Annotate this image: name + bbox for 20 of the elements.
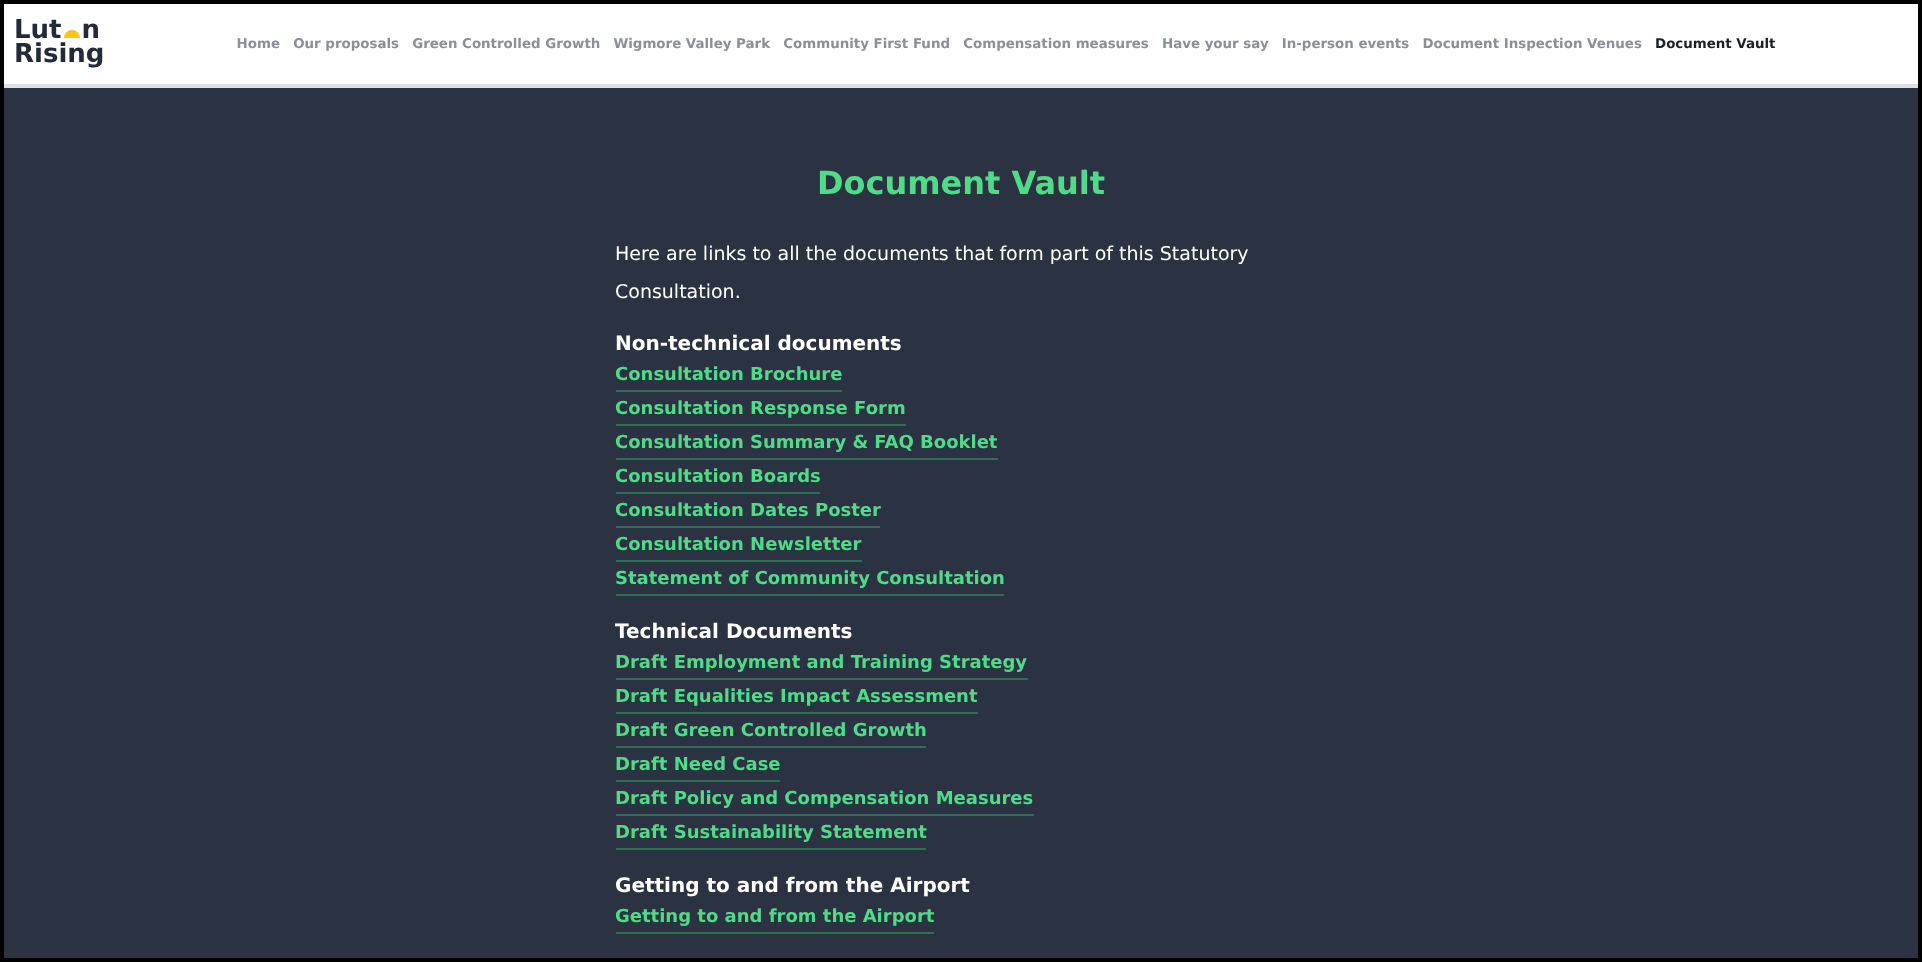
document-link[interactable]: Consultation Newsletter: [615, 532, 862, 562]
logo[interactable]: Lut n Rising: [14, 20, 230, 68]
intro-text: Here are links to all the documents that form part of this Statutory Consultation.: [615, 242, 1251, 308]
document-link[interactable]: Consultation Dates Poster: [615, 498, 881, 528]
document-link[interactable]: Statement of Community Consultation: [615, 566, 1005, 596]
document-link[interactable]: Consultation Brochure: [615, 362, 843, 392]
document-link[interactable]: Draft Policy and Compensation Measures: [615, 786, 1034, 816]
document-link[interactable]: Getting to and from the Airport: [615, 904, 935, 934]
section-heading: Non-technical documents: [615, 332, 904, 360]
document-link[interactable]: Draft Sustainability Statement: [615, 820, 927, 850]
section-heading: Technical Documents: [615, 620, 855, 648]
document-link[interactable]: Draft Need Case: [615, 752, 781, 782]
document-link[interactable]: Consultation Response Form: [615, 396, 906, 426]
document-link[interactable]: Consultation Summary & FAQ Booklet: [615, 430, 998, 460]
page-title: Document Vault: [814, 162, 1108, 206]
document-link[interactable]: Draft Green Controlled Growth: [615, 718, 927, 748]
document-link[interactable]: Draft Employment and Training Strategy: [615, 650, 1028, 680]
document-link[interactable]: Consultation Boards: [615, 464, 821, 494]
document-link[interactable]: Draft Equalities Impact Assessment: [615, 684, 978, 714]
section-heading: Getting to and from the Airport: [615, 874, 972, 902]
